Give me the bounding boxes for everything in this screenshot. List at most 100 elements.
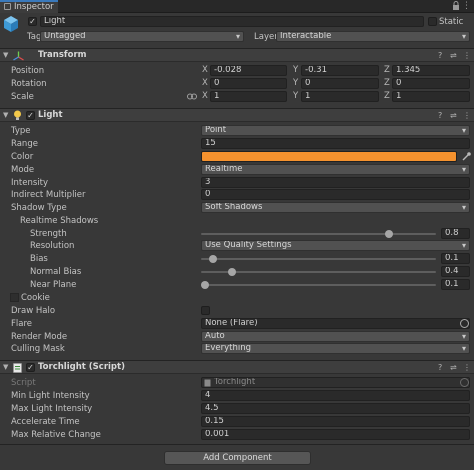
scale-y-axis[interactable]: Y [293,91,298,102]
presets-icon[interactable]: ⇌ [450,51,457,61]
eyedropper-icon[interactable] [462,151,471,161]
light-menu-icon[interactable]: ⋮ [463,111,471,121]
object-name-input[interactable]: Light [40,16,424,27]
indirect-multiplier-input[interactable]: 0 [201,189,470,200]
mode-dropdown[interactable]: Realtime [201,164,470,175]
max-relative-change-label: Max Relative Change [11,430,101,440]
tab-inspector[interactable]: Inspector [0,0,58,13]
transform-fold-icon[interactable]: ▼ [3,49,8,62]
scale-z-input[interactable]: 1 [392,91,470,102]
transform-header[interactable]: ▼ Transform ? ⇌ ⋮ [0,48,474,62]
position-x-axis[interactable]: X [202,65,208,76]
light-header[interactable]: ▼ ✓ Light ? ⇌ ⋮ [0,108,474,122]
layer-dropdown[interactable]: Interactable [276,31,470,42]
normal-bias-slider-knob[interactable] [227,268,236,276]
strength-input[interactable]: 0.8 [441,228,470,239]
near-plane-input[interactable]: 0.1 [441,279,470,290]
component-menu-icon[interactable]: ⋮ [463,51,471,61]
torchlight-presets-icon[interactable]: ⇌ [450,363,457,373]
scale-x-input[interactable]: 1 [210,91,287,102]
flare-field[interactable]: None (Flare) [201,318,470,329]
transform-title: Transform [38,50,87,60]
transform-axes-icon [13,51,24,61]
static-label: Static [439,17,464,27]
range-label: Range [11,139,38,149]
rotation-x-input[interactable]: 0 [210,78,287,89]
near-plane-slider-track[interactable] [201,281,436,289]
scale-x-axis[interactable]: X [202,91,208,102]
tab-menu-icon[interactable]: ⋮ [462,1,471,11]
strength-slider-track[interactable] [201,230,436,238]
rotation-label: Rotation [11,79,47,89]
position-label: Position [11,66,45,76]
help-icon[interactable]: ? [438,51,442,61]
torchlight-menu-icon[interactable]: ⋮ [463,363,471,373]
max-relative-change-input[interactable]: 0.001 [201,429,470,440]
torchlight-header[interactable]: ▼ ✓ Torchlight (Script) ? ⇌ ⋮ [0,360,474,374]
flare-object-picker-icon[interactable] [460,319,469,328]
constrain-proportions-link-icon[interactable] [187,93,197,100]
cookie-texture-slot[interactable] [10,293,19,302]
accelerate-time-input[interactable]: 0.15 [201,416,470,427]
position-x-input[interactable]: -0.028 [210,65,287,76]
strength-slider-knob[interactable] [385,230,393,238]
scale-y-input[interactable]: 1 [301,91,379,102]
position-y-axis[interactable]: Y [293,65,298,76]
resolution-dropdown[interactable]: Use Quality Settings [201,240,470,251]
culling-mask-dropdown[interactable]: Everything [201,343,470,354]
script-field: Torchlight [201,377,470,388]
draw-halo-checkbox[interactable] [201,306,210,315]
near-plane-slider-knob[interactable] [201,281,209,289]
layer-label: Layer [254,32,278,42]
range-input[interactable]: 15 [201,138,470,149]
torchlight-enabled-checkbox[interactable]: ✓ [26,363,35,372]
flare-label: Flare [11,319,32,329]
light-enabled-checkbox[interactable]: ✓ [26,111,35,120]
intensity-label: Intensity [11,178,48,188]
max-light-intensity-input[interactable]: 4.5 [201,403,470,414]
light-fold-icon[interactable]: ▼ [3,109,8,122]
type-dropdown[interactable]: Point [201,125,470,136]
tag-dropdown[interactable]: Untagged [40,31,244,42]
max-light-intensity-label: Max Light Intensity [11,404,93,414]
bias-slider-knob[interactable] [208,255,217,263]
normal-bias-input[interactable]: 0.4 [441,266,470,277]
color-swatch[interactable] [201,151,457,162]
shadow-type-dropdown[interactable]: Soft Shadows [201,202,470,213]
accelerate-time-label: Accelerate Time [11,417,80,427]
rotation-z-input[interactable]: 0 [392,78,470,89]
indirect-multiplier-label: Indirect Multiplier [11,190,86,200]
rotation-x-axis[interactable]: X [202,78,208,89]
position-z-axis[interactable]: Z [384,65,390,76]
inspector-icon [4,3,11,10]
intensity-input[interactable]: 3 [201,177,470,188]
object-active-checkbox[interactable]: ✓ [28,17,37,26]
realtime-shadows-label: Realtime Shadows [20,216,99,226]
tab-inspector-label: Inspector [14,2,54,12]
near-plane-label: Near Plane [30,280,77,290]
strength-label: Strength [30,229,67,239]
render-mode-dropdown[interactable]: Auto [201,331,470,342]
position-z-input[interactable]: 1.345 [392,65,470,76]
rotation-z-axis[interactable]: Z [384,78,390,89]
torchlight-fold-icon[interactable]: ▼ [3,361,8,374]
rotation-y-axis[interactable]: Y [293,78,298,89]
bias-slider-track[interactable] [201,255,436,263]
gameobject-cube-icon [4,16,18,32]
min-light-intensity-input[interactable]: 4 [201,390,470,401]
light-presets-icon[interactable]: ⇌ [450,111,457,121]
static-checkbox[interactable] [428,17,437,26]
light-help-icon[interactable]: ? [438,111,442,121]
scale-z-axis[interactable]: Z [384,91,390,102]
torchlight-title: Torchlight (Script) [38,362,125,372]
component-divider [0,444,474,445]
position-y-input[interactable]: -0.31 [301,65,379,76]
bias-label: Bias [30,254,48,264]
bias-input[interactable]: 0.1 [441,253,470,264]
normal-bias-slider-track[interactable] [201,268,436,276]
torchlight-help-icon[interactable]: ? [438,363,442,373]
add-component-button[interactable]: Add Component [164,451,311,465]
script-picker-icon [460,378,469,387]
lock-icon[interactable] [452,1,460,10]
rotation-y-input[interactable]: 0 [301,78,379,89]
